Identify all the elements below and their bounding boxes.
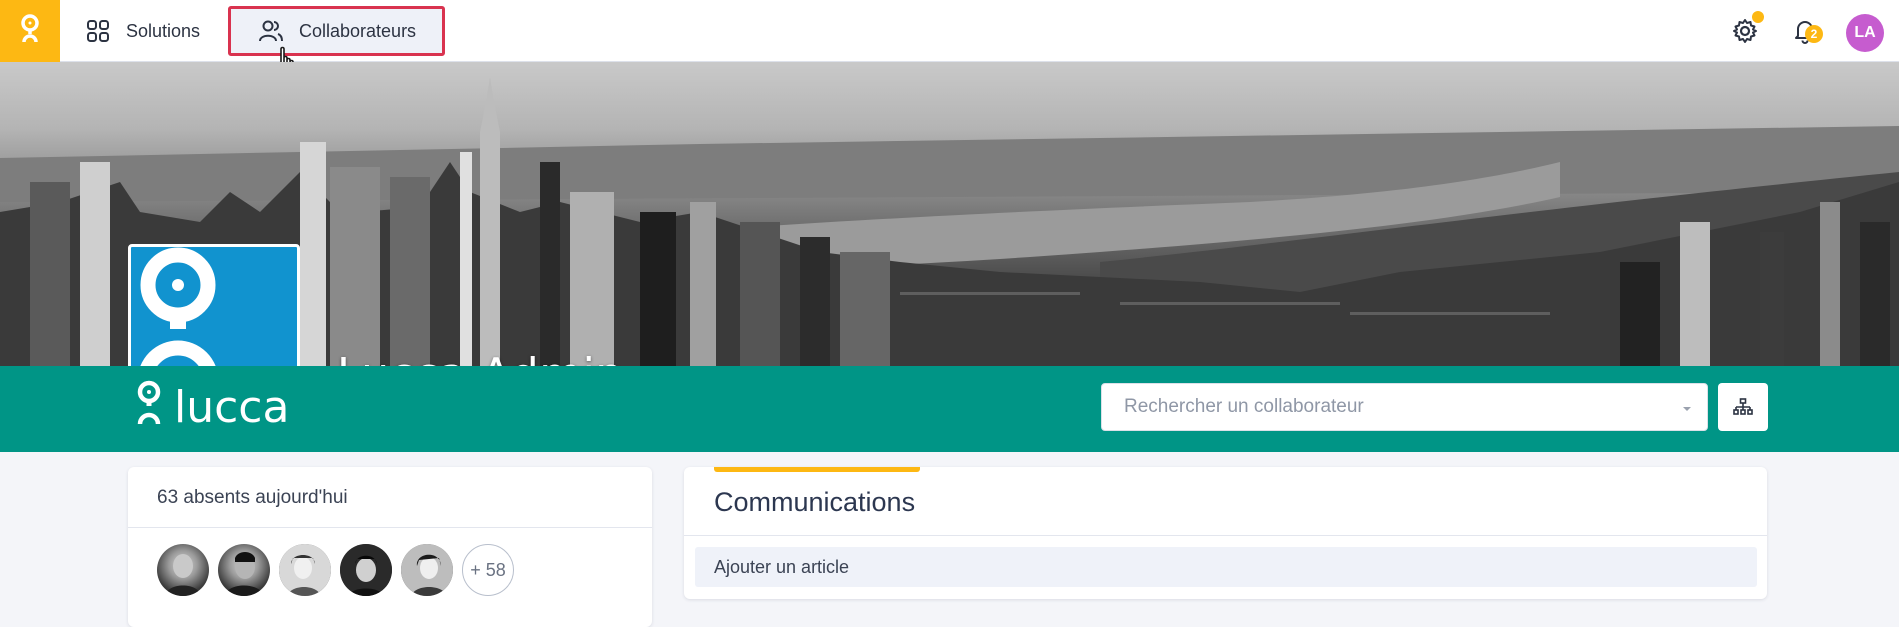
absent-avatars-list: + 58 xyxy=(157,544,514,596)
lucca-brand-logo: lucca xyxy=(134,380,290,433)
communications-title: Communications xyxy=(714,487,916,517)
absent-avatar[interactable] xyxy=(279,544,331,596)
absent-avatar[interactable] xyxy=(401,544,453,596)
card-divider xyxy=(684,535,1767,536)
active-tab-indicator xyxy=(714,467,920,472)
nav-collaborators[interactable]: Collaborateurs xyxy=(228,6,445,56)
org-chart-icon xyxy=(1733,398,1753,415)
settings-alert-dot xyxy=(1752,11,1764,23)
user-avatar[interactable]: LA xyxy=(1846,14,1884,52)
absent-avatar[interactable] xyxy=(157,544,209,596)
cover-banner: Lucca Admin xyxy=(0,62,1899,366)
company-logo-icon xyxy=(140,247,216,366)
absences-card: 63 absents aujourd'hui + 58 xyxy=(128,467,652,627)
card-divider xyxy=(128,527,652,528)
notification-count-badge: 2 xyxy=(1805,25,1823,43)
add-article-label: Ajouter un article xyxy=(714,556,850,577)
more-absents-chip[interactable]: + 58 xyxy=(462,544,514,596)
nav-solutions-label: Solutions xyxy=(126,20,201,41)
lucca-mark-icon xyxy=(137,380,161,425)
org-chart-button[interactable] xyxy=(1718,383,1768,431)
communications-card: Communications Ajouter un article xyxy=(684,467,1767,599)
home-logo-button[interactable] xyxy=(0,0,60,62)
nav-collaborators-label: Collaborateurs xyxy=(299,20,417,41)
nav-solutions[interactable]: Solutions xyxy=(84,6,200,56)
add-article-button[interactable]: Ajouter un article xyxy=(695,547,1757,587)
search-placeholder: Rechercher un collaborateur xyxy=(1124,396,1364,417)
absent-avatar[interactable] xyxy=(218,544,270,596)
lucca-wordmark: lucca xyxy=(174,382,290,433)
apps-grid-icon xyxy=(84,17,112,45)
company-header-band: lucca Rechercher un collaborateur xyxy=(0,366,1899,452)
company-name: Lucca Admin xyxy=(337,349,624,366)
caret-down-icon xyxy=(1683,407,1691,411)
company-logo xyxy=(128,244,300,366)
absent-avatar[interactable] xyxy=(340,544,392,596)
lucca-logo-icon xyxy=(21,14,39,43)
collaborator-search-input[interactable]: Rechercher un collaborateur xyxy=(1101,383,1708,431)
users-icon xyxy=(257,17,285,45)
absences-title: 63 absents aujourd'hui xyxy=(157,487,348,508)
